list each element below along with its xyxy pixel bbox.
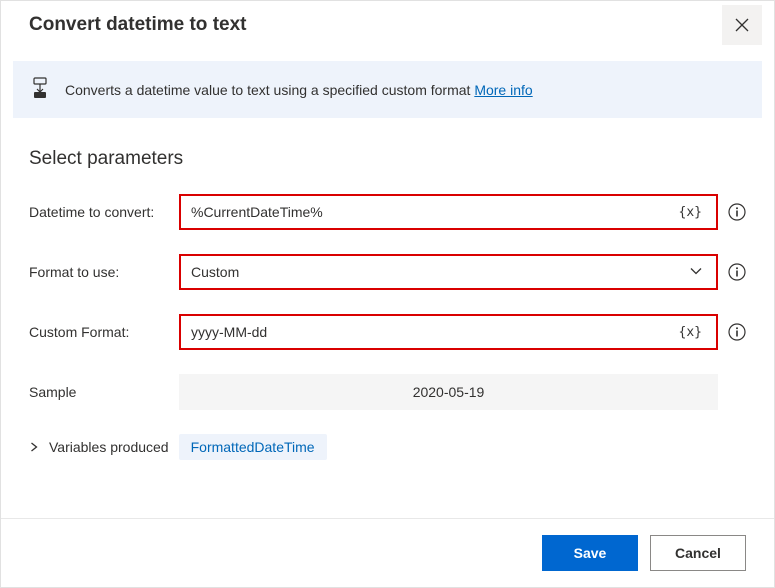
variable-chip[interactable]: FormattedDateTime: [179, 434, 327, 460]
info-banner: Converts a datetime value to text using …: [13, 61, 762, 118]
datetime-value: %CurrentDateTime%: [191, 204, 675, 220]
variable-picker-button[interactable]: {x}: [675, 323, 706, 342]
label-datetime: Datetime to convert:: [29, 204, 179, 220]
more-info-link[interactable]: More info: [474, 82, 532, 98]
custom-value: yyyy-MM-dd: [191, 324, 675, 340]
save-button[interactable]: Save: [542, 535, 638, 571]
dialog-header: Convert datetime to text: [1, 1, 774, 49]
info-icon-custom[interactable]: [728, 323, 746, 341]
chevron-down-icon: [686, 260, 706, 284]
dialog-title: Convert datetime to text: [29, 14, 722, 36]
variables-toggle[interactable]: [29, 439, 39, 455]
content-area: Select parameters Datetime to convert: %…: [1, 118, 774, 518]
cancel-button[interactable]: Cancel: [650, 535, 746, 571]
banner-text: Converts a datetime value to text using …: [65, 82, 474, 98]
row-custom: Custom Format: yyyy-MM-dd {x}: [29, 314, 746, 350]
label-custom: Custom Format:: [29, 324, 179, 340]
label-format: Format to use:: [29, 264, 179, 280]
variables-row: Variables produced FormattedDateTime: [29, 434, 746, 460]
format-value: Custom: [191, 264, 686, 280]
custom-format-input[interactable]: yyyy-MM-dd {x}: [179, 314, 718, 350]
row-sample: Sample 2020-05-19: [29, 374, 746, 410]
chevron-right-icon: [29, 442, 39, 452]
sample-value: 2020-05-19: [179, 374, 718, 410]
banner-text-wrap: Converts a datetime value to text using …: [65, 82, 533, 98]
info-icon-datetime[interactable]: [728, 203, 746, 221]
dialog-footer: Save Cancel: [1, 518, 774, 587]
label-sample: Sample: [29, 384, 179, 400]
field-wrap-datetime: %CurrentDateTime% {x}: [179, 194, 746, 230]
format-select[interactable]: Custom: [179, 254, 718, 290]
info-icon-format[interactable]: [728, 263, 746, 281]
dialog: Convert datetime to text Converts a date…: [0, 0, 775, 588]
section-title: Select parameters: [29, 148, 746, 170]
close-icon: [735, 18, 749, 32]
variable-picker-button[interactable]: {x}: [675, 203, 706, 222]
field-wrap-custom: yyyy-MM-dd {x}: [179, 314, 746, 350]
row-datetime: Datetime to convert: %CurrentDateTime% {…: [29, 194, 746, 230]
action-icon: [31, 77, 49, 102]
close-button[interactable]: [722, 5, 762, 45]
datetime-input[interactable]: %CurrentDateTime% {x}: [179, 194, 718, 230]
field-wrap-format: Custom: [179, 254, 746, 290]
variables-label: Variables produced: [49, 439, 169, 455]
row-format: Format to use: Custom: [29, 254, 746, 290]
